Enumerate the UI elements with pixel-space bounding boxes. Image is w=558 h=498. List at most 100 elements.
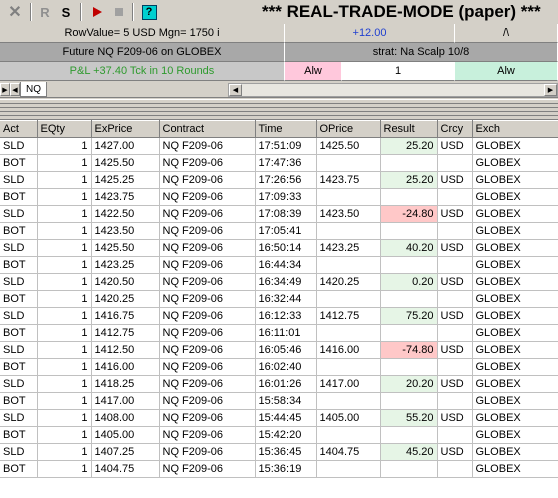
pane-splitter[interactable] [0, 99, 558, 119]
cell-time: 17:47:36 [255, 154, 317, 172]
info-row-3: P&L +37.40 Tck in 10 Rounds Alw 1 Alw [0, 62, 558, 81]
column-header-contract[interactable]: Contract [159, 120, 256, 138]
strategy-label: strat: Na Scalp 10/8 [285, 43, 558, 62]
cell-exch: GLOBEX [472, 375, 558, 393]
cell-exch: GLOBEX [472, 171, 558, 189]
table-row[interactable]: BOT 1 1425.50 NQ F209-06 17:47:36 GLOBEX [0, 154, 558, 172]
table-row[interactable]: BOT 1 1416.00 NQ F209-06 16:02:40 GLOBEX [0, 358, 558, 376]
cell-result [380, 290, 438, 308]
cell-act: SLD [0, 375, 38, 393]
cell-result: 25.20 [380, 137, 438, 155]
table-row[interactable]: BOT 1 1412.75 NQ F209-06 16:11:01 GLOBEX [0, 324, 558, 342]
cell-oprice [316, 290, 381, 308]
toolbar-separator [132, 3, 134, 21]
cell-oprice [316, 256, 381, 274]
cell-exch: GLOBEX [472, 341, 558, 359]
cell-result: -74.80 [380, 341, 438, 359]
cell-time: 16:02:40 [255, 358, 317, 376]
tab-scroll-left-icon[interactable]: ◀ [10, 83, 20, 96]
cell-time: 15:36:19 [255, 460, 317, 478]
cell-result: 0.20 [380, 273, 438, 291]
table-row[interactable]: SLD 1 1425.50 NQ F209-06 16:50:14 1423.25 40.2… [0, 239, 558, 257]
column-header-time[interactable]: Time [255, 120, 317, 138]
cell-crcy [437, 154, 473, 172]
cell-eqty: 1 [37, 171, 92, 189]
column-header-result[interactable]: Result [380, 120, 438, 138]
table-row[interactable]: BOT 1 1423.75 NQ F209-06 17:09:33 GLOBEX [0, 188, 558, 206]
cell-crcy: USD [437, 375, 473, 393]
table-row[interactable]: SLD 1 1418.25 NQ F209-06 16:01:26 1417.00 20.2… [0, 375, 558, 393]
column-header-exprice[interactable]: ExPrice [91, 120, 160, 138]
table-row[interactable]: SLD 1 1407.25 NQ F209-06 15:36:45 1404.75 45.2… [0, 443, 558, 461]
cell-contract: NQ F209-06 [159, 426, 256, 444]
quantity-input[interactable]: 1 [342, 62, 455, 81]
pnl-label: P&L +37.40 Tck in 10 Rounds [0, 62, 285, 81]
table-row[interactable]: BOT 1 1404.75 NQ F209-06 15:36:19 GLOBEX [0, 460, 558, 478]
column-header-oprice[interactable]: OPrice [316, 120, 381, 138]
column-header-exch[interactable]: Exch [472, 120, 558, 138]
cell-eqty: 1 [37, 205, 92, 223]
cell-oprice: 1405.00 [316, 409, 381, 427]
table-row[interactable]: SLD 1 1408.00 NQ F209-06 15:44:45 1405.00 55.2… [0, 409, 558, 427]
column-header-eqty[interactable]: EQty [37, 120, 92, 138]
cell-act: SLD [0, 239, 38, 257]
table-row[interactable]: BOT 1 1405.00 NQ F209-06 15:42:20 GLOBEX [0, 426, 558, 444]
alw-right-button[interactable]: Alw [455, 62, 558, 81]
cell-time: 16:01:26 [255, 375, 317, 393]
cell-oprice [316, 222, 381, 240]
cell-oprice [316, 392, 381, 410]
horizontal-scrollbar[interactable]: ◀ ▶ [228, 83, 558, 97]
cell-exprice: 1407.25 [91, 443, 160, 461]
cell-contract: NQ F209-06 [159, 460, 256, 478]
cell-exch: GLOBEX [472, 239, 558, 257]
cell-crcy [437, 426, 473, 444]
cell-crcy [437, 324, 473, 342]
tab-scroll-right-icon[interactable]: ▶ [0, 83, 10, 96]
cell-crcy [437, 290, 473, 308]
alw-left-button[interactable]: Alw [285, 62, 342, 81]
cell-exprice: 1417.00 [91, 392, 160, 410]
cell-oprice [316, 324, 381, 342]
table-row[interactable]: SLD 1 1412.50 NQ F209-06 16:05:46 1416.00 -74.… [0, 341, 558, 359]
cell-result [380, 324, 438, 342]
table-row[interactable]: BOT 1 1423.50 NQ F209-06 17:05:41 GLOBEX [0, 222, 558, 240]
table-row[interactable]: BOT 1 1417.00 NQ F209-06 15:58:34 GLOBEX [0, 392, 558, 410]
column-header-crcy[interactable]: Crcy [437, 120, 473, 138]
cell-exch: GLOBEX [472, 137, 558, 155]
cell-exprice: 1423.25 [91, 256, 160, 274]
play-icon[interactable] [88, 2, 106, 22]
table-row[interactable]: SLD 1 1422.50 NQ F209-06 17:08:39 1423.50 -24.… [0, 205, 558, 223]
cell-contract: NQ F209-06 [159, 324, 256, 342]
cell-result [380, 460, 438, 478]
caret-button[interactable]: /\ [455, 24, 558, 43]
table-row[interactable]: SLD 1 1416.75 NQ F209-06 16:12:33 1412.75 75.2… [0, 307, 558, 325]
close-icon[interactable]: ✕ [4, 2, 26, 22]
table-row[interactable]: SLD 1 1427.00 NQ F209-06 17:51:09 1425.50 25.2… [0, 137, 558, 155]
cell-time: 17:09:33 [255, 188, 317, 206]
cell-eqty: 1 [37, 239, 92, 257]
cell-crcy: USD [437, 205, 473, 223]
cell-exprice: 1412.50 [91, 341, 160, 359]
s-button[interactable]: S [58, 2, 74, 22]
column-header-act[interactable]: Act [0, 120, 38, 138]
cell-oprice: 1404.75 [316, 443, 381, 461]
table-row[interactable]: BOT 1 1423.25 NQ F209-06 16:44:34 GLOBEX [0, 256, 558, 274]
cell-time: 15:36:45 [255, 443, 317, 461]
scroll-right-icon[interactable]: ▶ [544, 84, 557, 96]
table-row[interactable]: BOT 1 1420.25 NQ F209-06 16:32:44 GLOBEX [0, 290, 558, 308]
cell-exprice: 1418.25 [91, 375, 160, 393]
cell-contract: NQ F209-06 [159, 307, 256, 325]
cell-crcy: USD [437, 137, 473, 155]
scroll-left-icon[interactable]: ◀ [229, 84, 242, 96]
stop-icon[interactable] [110, 2, 128, 22]
help-icon[interactable]: ? [140, 2, 158, 22]
table-row[interactable]: SLD 1 1420.50 NQ F209-06 16:34:49 1420.25 0.20… [0, 273, 558, 291]
table-row[interactable]: SLD 1 1425.25 NQ F209-06 17:26:56 1423.75 25.2… [0, 171, 558, 189]
r-button[interactable]: R [37, 2, 53, 22]
cell-exch: GLOBEX [472, 460, 558, 478]
cell-contract: NQ F209-06 [159, 273, 256, 291]
cell-crcy: USD [437, 409, 473, 427]
cell-result: -24.80 [380, 205, 438, 223]
tab-nq[interactable]: NQ [20, 82, 47, 97]
cell-exch: GLOBEX [472, 443, 558, 461]
